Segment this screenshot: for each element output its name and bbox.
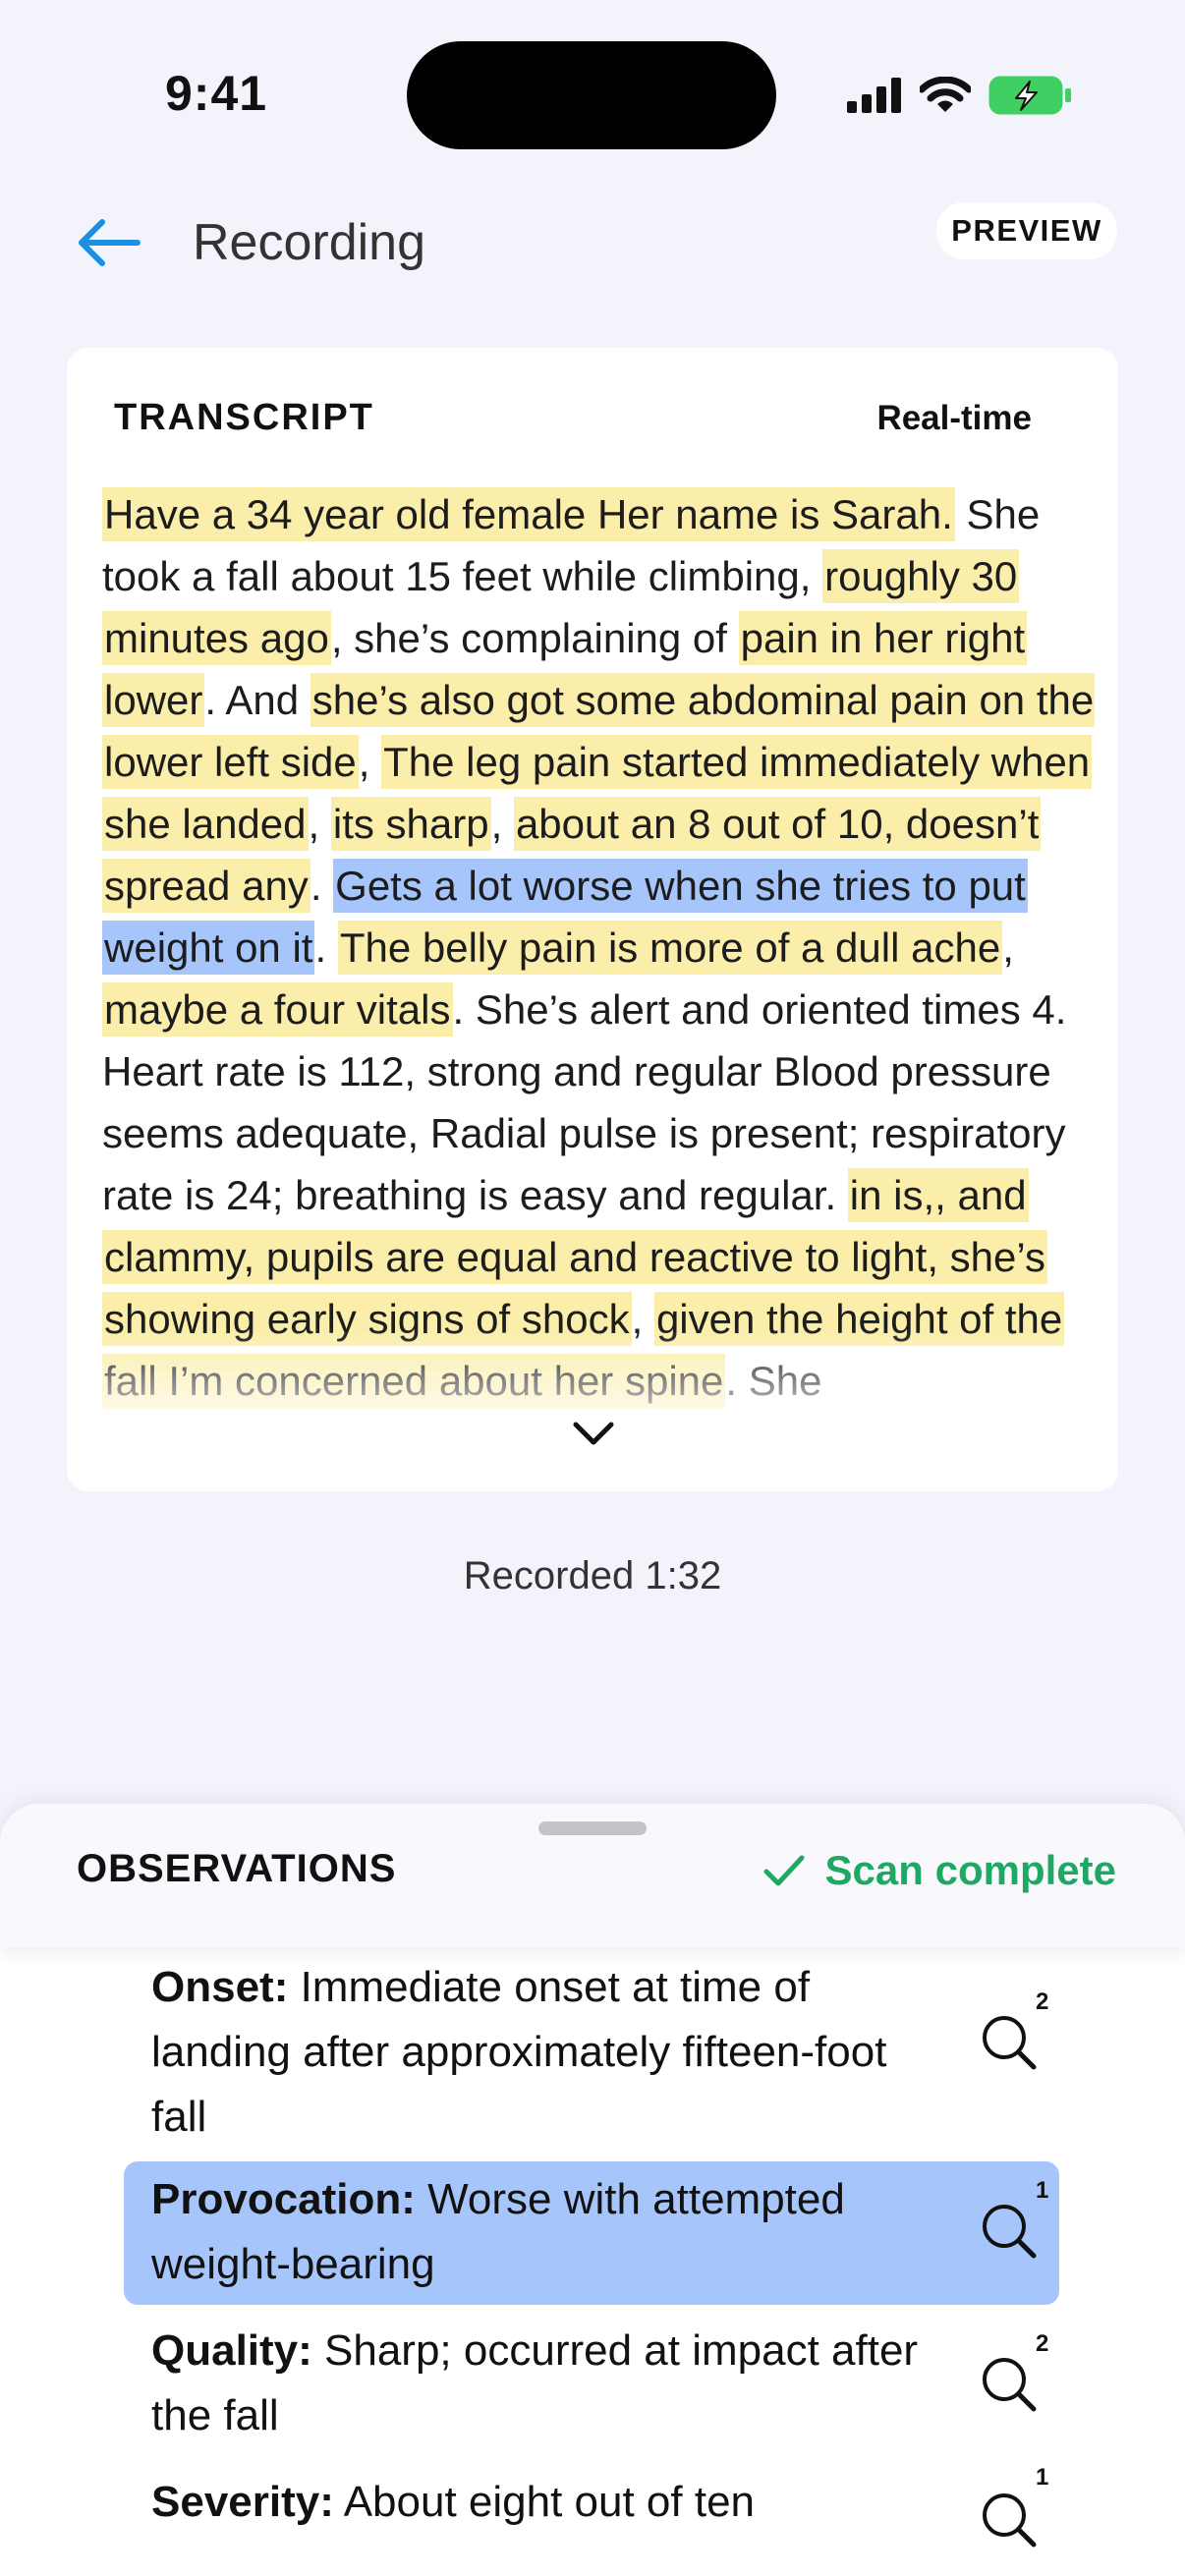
transcript-segment: , [308,801,331,847]
transcript-segment: . [314,924,338,971]
observation-label: Quality: [151,2326,312,2375]
transcript-segment: , [358,739,382,785]
observations-title: OBSERVATIONS [77,1847,397,1890]
search-icon[interactable] [971,2346,1053,2429]
page-title: Recording [193,214,426,271]
transcript-label: TRANSCRIPT [114,397,374,438]
transcript-segment: , [1002,924,1014,971]
highlighted-segment[interactable]: The belly pain is more of a dull ache [337,921,1003,975]
observation-item[interactable]: Onset: Immediate onset at time of landin… [124,1955,1059,2152]
observation-label: Onset: [151,1963,289,2011]
observation-value: About eight out of ten [333,2478,756,2526]
source-count-badge: 1 [1036,2464,1049,2491]
source-count-badge: 2 [1036,2330,1049,2357]
observation-label: Severity: [151,2478,334,2526]
wifi-icon [920,77,971,112]
search-icon[interactable] [971,2004,1053,2087]
transcript-segment: . [310,863,334,909]
observations-sheet: OBSERVATIONS Scan complete Onset: Immedi… [0,1804,1185,2576]
observation-text: Quality: Sharp; occurred at impact after… [151,2319,928,2448]
back-arrow-icon [79,219,141,266]
observation-item[interactable]: Severity: About eight out of ten 1 [124,2464,1059,2576]
transcript-segment: . And [204,677,310,723]
checkmark-icon [763,1855,805,1886]
highlighted-segment[interactable]: Have a 34 year old female Her name is Sa… [102,487,955,541]
chevron-down-icon[interactable] [572,1419,615,1448]
recorded-duration: Recorded 1:32 [463,1554,722,1597]
observation-text: Onset: Immediate onset at time of landin… [151,1955,928,2150]
transcript-segment: , she’s complaining of [330,615,739,661]
source-count-badge: 1 [1036,2177,1049,2204]
highlighted-segment[interactable]: maybe a four vitals [102,982,453,1036]
search-icon[interactable] [971,2193,1053,2275]
status-icons [847,71,1073,120]
transcript-mode: Real-time [876,399,1032,437]
battery-charging-icon [988,76,1071,115]
transcript-segment: , [631,1296,654,1342]
status-time: 9:41 [165,66,268,121]
signal-icon [847,78,901,113]
observation-text: Severity: About eight out of ten [151,2470,928,2535]
source-count-badge: 2 [1036,1988,1049,2015]
search-icon[interactable] [971,2482,1053,2564]
transcript-text: Have a 34 year old female Her name is Sa… [102,483,1095,1466]
scan-status: Scan complete [762,1847,1116,1894]
highlighted-segment[interactable]: its sharp [330,797,491,851]
observation-text: Provocation: Worse with attempted weight… [151,2167,928,2297]
observation-label: Provocation: [151,2175,416,2223]
sheet-header: OBSERVATIONS Scan complete [0,1804,1185,1947]
back-button[interactable] [77,208,155,277]
scan-status-label: Scan complete [824,1847,1116,1893]
dynamic-island [407,41,776,149]
observation-item[interactable]: Quality: Sharp; occurred at impact after… [124,2319,1059,2456]
transcript-segment: . She [725,1358,822,1404]
observation-item[interactable]: Provocation: Worse with attempted weight… [124,2161,1059,2305]
transcript-card: TRANSCRIPT Real-time Have a 34 year old … [67,348,1118,1491]
transcript-segment: , [490,801,514,847]
preview-badge: PREVIEW [936,202,1117,259]
sheet-grabber[interactable] [538,1821,647,1835]
